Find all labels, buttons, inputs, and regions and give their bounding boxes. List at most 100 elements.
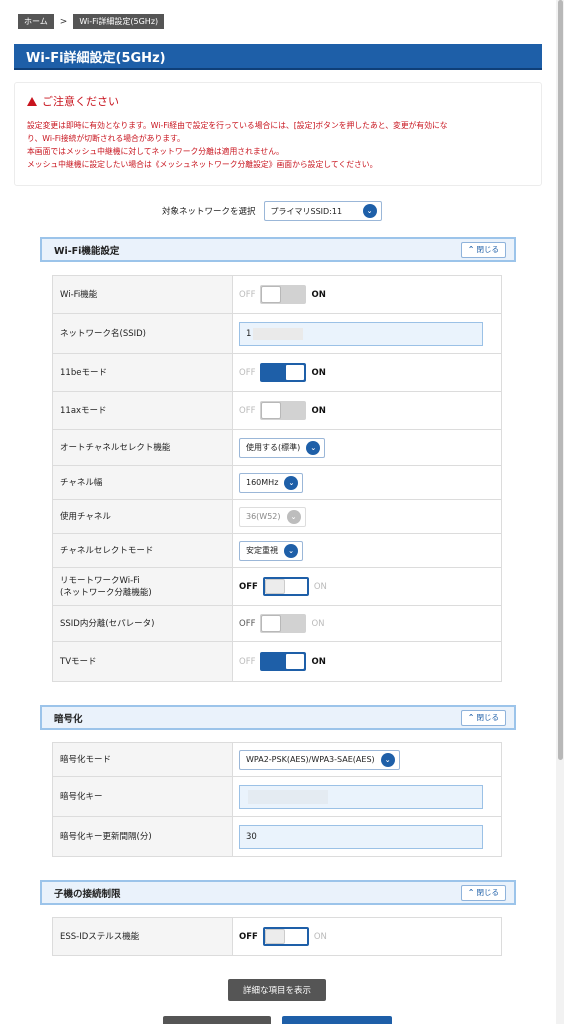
key-interval-input[interactable]: 30: [239, 824, 483, 849]
scrollbar-thumb[interactable]: [558, 0, 563, 760]
off-label: OFF: [239, 289, 256, 300]
auto-channel-select[interactable]: 使用する(標準) ⌄: [239, 437, 326, 458]
11ax-mode-toggle[interactable]: OFF ON: [239, 401, 326, 420]
off-label: OFF: [239, 581, 258, 592]
row-label: チャネル幅: [52, 465, 233, 500]
row-label: Wi-Fi機能: [52, 275, 233, 314]
on-label: ON: [311, 656, 326, 667]
toggle-knob: [261, 402, 282, 419]
encryption-key-input[interactable]: [239, 784, 483, 809]
channel-select: 36(W52) ⌄: [239, 506, 306, 527]
redacted-text: [248, 789, 328, 804]
toggle-track: [260, 614, 307, 633]
breadcrumb-separator: >: [59, 16, 68, 27]
toggle-track: [260, 285, 307, 304]
collapse-button[interactable]: ⌃ 閉じる: [460, 709, 506, 726]
wifi-function-toggle[interactable]: OFF ON: [239, 285, 326, 304]
section-title: 子機の接続制限: [54, 888, 121, 900]
off-label: OFF: [239, 618, 256, 629]
collapse-label: 閉じる: [476, 245, 500, 254]
toggle-knob: [261, 286, 282, 303]
chevron-down-icon: ⌄: [284, 543, 298, 558]
ssid-value: 1: [246, 328, 252, 339]
row-label-sub: (ネットワーク分離機能): [60, 587, 152, 598]
on-label: ON: [311, 618, 325, 629]
ssid-input[interactable]: 1: [239, 321, 483, 346]
scrollbar[interactable]: [556, 0, 564, 1024]
table-row: チャネルセレクトモード 安定重視 ⌄: [52, 533, 502, 568]
redacted-text: [253, 327, 304, 340]
row-label: リモートワークWi-Fi: [60, 575, 140, 586]
breadcrumb-current: Wi-Fi詳細設定(5GHz): [73, 14, 165, 29]
row-label: 使用チャネル: [52, 499, 233, 534]
11be-mode-toggle[interactable]: OFF ON: [239, 363, 326, 382]
row-label: チャネルセレクトモード: [52, 533, 233, 568]
row-label: 暗号化モード: [52, 742, 233, 777]
select-value: WPA2-PSK(AES)/WPA3-SAE(AES): [246, 755, 375, 764]
off-label: OFF: [239, 931, 258, 942]
chevron-down-icon: ⌄: [362, 204, 377, 218]
notice-line: 設定変更は即時に有効となります。Wi-Fi経由で設定を行っている場合には、[設定…: [27, 121, 448, 130]
target-network-value: プライマリSSID:11: [270, 206, 343, 216]
row-label: ネットワーク名(SSID): [52, 313, 233, 354]
back-button[interactable]: [163, 1016, 271, 1024]
off-label: OFF: [239, 656, 256, 667]
collapse-button[interactable]: ⌃ 閉じる: [460, 884, 506, 901]
apply-button[interactable]: [282, 1016, 392, 1024]
select-value: 安定重視: [246, 546, 278, 555]
chevron-down-icon: ⌄: [306, 440, 321, 455]
chevron-up-icon: ⌃: [467, 245, 475, 254]
chevron-down-icon: ⌄: [286, 509, 301, 524]
chevron-down-icon: ⌄: [380, 752, 395, 767]
on-label: ON: [311, 405, 326, 416]
show-details-button[interactable]: 詳細な項目を表示: [228, 979, 326, 1001]
row-label: 11beモード: [52, 353, 233, 392]
ess-id-stealth-toggle[interactable]: OFF ON: [239, 927, 327, 946]
toggle-knob: [264, 579, 285, 594]
row-label: 暗号化キー更新間隔(分): [52, 816, 233, 857]
channel-width-select[interactable]: 160MHz ⌄: [239, 472, 304, 493]
on-label: ON: [313, 931, 327, 942]
breadcrumb: ホーム > Wi-Fi詳細設定(5GHz): [18, 14, 165, 29]
toggle-track: [260, 363, 307, 382]
wifi-settings-table: Wi-Fi機能 OFF ON ネットワーク名(SSID) 1 11beモード O…: [52, 275, 502, 682]
tv-mode-toggle[interactable]: OFF ON: [239, 652, 326, 671]
table-row: SSID内分離(セパレータ) OFF ON: [52, 605, 502, 642]
target-network-select[interactable]: プライマリSSID:11 ⌄: [263, 201, 382, 221]
page-title: Wi-Fi詳細設定(5GHz): [14, 44, 542, 70]
notice-title-row: ご注意ください: [27, 93, 529, 109]
toggle-knob: [261, 615, 282, 632]
encryption-mode-select[interactable]: WPA2-PSK(AES)/WPA3-SAE(AES) ⌄: [239, 749, 400, 770]
on-label: ON: [311, 367, 326, 378]
on-label: ON: [313, 581, 327, 592]
table-row: 暗号化モード WPA2-PSK(AES)/WPA3-SAE(AES) ⌄: [52, 742, 502, 777]
toggle-track: [260, 401, 307, 420]
toggle-knob: [264, 929, 285, 944]
collapse-button[interactable]: ⌃ 閉じる: [460, 241, 506, 258]
ssid-separator-toggle: OFF ON: [239, 614, 325, 633]
row-label: 暗号化キー: [52, 776, 233, 817]
select-value: 36(W52): [246, 512, 281, 521]
chevron-up-icon: ⌃: [467, 713, 475, 722]
target-network-row: 対象ネットワークを選択 プライマリSSID:11 ⌄: [162, 201, 382, 221]
remote-work-wifi-toggle[interactable]: OFF ON: [239, 577, 327, 596]
notice-line: メッシュ中継機に設定したい場合は《メッシュネットワーク分離設定》画面から設定して…: [27, 160, 378, 169]
row-label: 11axモード: [52, 391, 233, 430]
table-row: リモートワークWi-Fi (ネットワーク分離機能) OFF ON: [52, 567, 502, 606]
channel-select-mode-select[interactable]: 安定重視 ⌄: [239, 540, 303, 561]
section-title: Wi-Fi機能設定: [54, 245, 120, 257]
collapse-label: 閉じる: [476, 888, 500, 897]
client-restriction-table: ESS-IDステルス機能 OFF ON: [52, 917, 502, 956]
encryption-header: 暗号化 ⌃ 閉じる: [40, 705, 516, 730]
toggle-track: [262, 577, 309, 596]
table-row: チャネル幅 160MHz ⌄: [52, 465, 502, 500]
breadcrumb-home-link[interactable]: ホーム: [18, 14, 54, 29]
warning-icon: [27, 96, 37, 106]
off-label: OFF: [239, 367, 256, 378]
target-network-label: 対象ネットワークを選択: [162, 207, 256, 217]
notice-line: り、Wi-Fi接続が切断される場合があります。: [27, 134, 185, 143]
notice-title: ご注意ください: [42, 95, 119, 108]
collapse-label: 閉じる: [476, 713, 500, 722]
toggle-knob: [285, 364, 306, 381]
key-interval-value: 30: [246, 831, 257, 842]
